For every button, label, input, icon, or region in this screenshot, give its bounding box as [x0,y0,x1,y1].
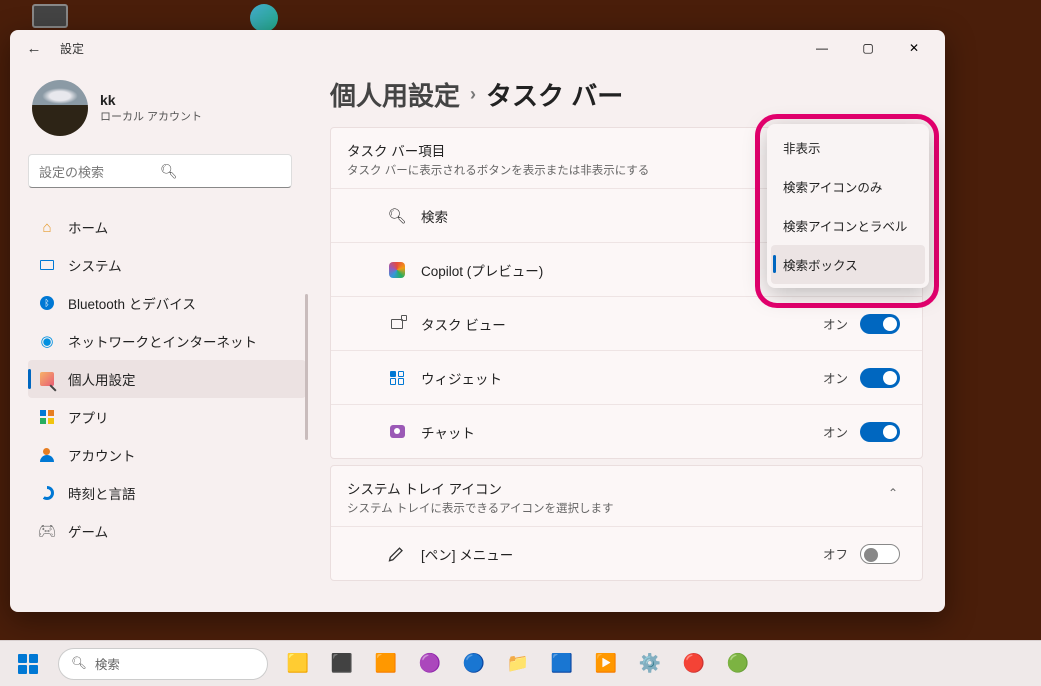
search-placeholder: 設定の検索 [39,162,160,181]
breadcrumb-root[interactable]: 個人用設定 [330,76,460,113]
chat-toggle[interactable] [860,422,900,442]
search-dropdown: 非表示 検索アイコンのみ 検索アイコンとラベル 検索ボックス [767,124,929,288]
taskbar-prime[interactable]: 🟦 [542,644,582,684]
bluetooth-icon: ᛒ [38,294,56,312]
pen-icon [387,544,407,564]
titlebar: ← 設定 — ▢ ✕ [10,30,945,66]
account-icon [38,446,56,464]
maximize-button[interactable]: ▢ [845,32,891,64]
widget-icon [387,368,407,388]
chevron-up-icon: ⌃ [880,478,906,508]
nav-gaming[interactable]: 🎮︎ゲーム [28,512,306,550]
taskbar-search[interactable]: 🔍︎ 検索 [58,648,268,680]
system-icon [38,256,56,274]
taskbar-app-1[interactable]: 🟨 [278,644,318,684]
dropdown-option-hide[interactable]: 非表示 [771,128,925,167]
settings-window: ← 設定 — ▢ ✕ kk ローカル アカウント 設定の検索 🔍︎ ⌂ホーム シ… [10,30,945,612]
nav-time-language[interactable]: 時刻と言語 [28,474,306,512]
personalization-icon [38,370,56,388]
desktop-icon[interactable] [250,4,278,32]
sidebar-scrollbar[interactable] [305,294,308,440]
window-title: 設定 [60,40,84,57]
pen-toggle[interactable] [860,544,900,564]
close-button[interactable]: ✕ [891,32,937,64]
breadcrumb-current: タスク バー [486,76,623,113]
row-pen-menu: [ペン] メニュー オフ [331,526,922,580]
taskbar-app-2[interactable]: 🟧 [366,644,406,684]
desktop-icon[interactable] [32,4,68,28]
nav-account[interactable]: アカウント [28,436,306,474]
nav-network[interactable]: ◉ネットワークとインターネット [28,322,306,360]
taskview-toggle[interactable] [860,314,900,334]
nav-system[interactable]: システム [28,246,306,284]
copilot-icon [387,260,407,280]
search-icon: 🔍︎ [387,206,407,226]
taskbar-explorer[interactable]: 📁 [498,644,538,684]
taskbar-settings[interactable]: ⚙️ [630,644,670,684]
dropdown-option-box[interactable]: 検索ボックス [771,245,925,284]
nav-apps[interactable]: アプリ [28,398,306,436]
chat-icon [387,422,407,442]
row-taskview: タスク ビュー オン [331,296,922,350]
taskbar-edge[interactable]: 🔵 [454,644,494,684]
user-account-type: ローカル アカウント [100,108,202,124]
taskbar-app-4[interactable]: 🟢 [718,644,758,684]
settings-search[interactable]: 設定の検索 🔍︎ [28,154,292,188]
clock-icon [38,484,56,502]
taskbar-youtube[interactable]: ▶️ [586,644,626,684]
breadcrumb: 個人用設定 › タスク バー [330,76,923,113]
nav-personalization[interactable]: 個人用設定 [28,360,306,398]
row-chat: チャット オン [331,404,922,458]
search-icon: 🔍︎ [71,656,87,671]
sidebar: kk ローカル アカウント 設定の検索 🔍︎ ⌂ホーム システム ᛒBlueto… [10,66,310,612]
search-icon: 🔍︎ [160,163,281,180]
minimize-button[interactable]: — [799,32,845,64]
systray-card: システム トレイ アイコン システム トレイに表示できるアイコンを選択します ⌃… [330,465,923,581]
dropdown-option-icon-only[interactable]: 検索アイコンのみ [771,167,925,206]
home-icon: ⌂ [38,218,56,236]
chevron-right-icon: › [470,84,476,105]
taskbar-chrome[interactable]: 🔴 [674,644,714,684]
nav-bluetooth[interactable]: ᛒBluetooth とデバイス [28,284,306,322]
taskbar: 🔍︎ 検索 🟨 ⬛ 🟧 🟣 🔵 📁 🟦 ▶️ ⚙️ 🔴 🟢 [0,640,1041,686]
taskbar-app-3[interactable]: 🟣 [410,644,450,684]
taskbar-taskview[interactable]: ⬛ [322,644,362,684]
dropdown-option-icon-label[interactable]: 検索アイコンとラベル [771,206,925,245]
user-profile[interactable]: kk ローカル アカウント [28,74,310,150]
gamepad-icon: 🎮︎ [38,522,56,540]
wifi-icon: ◉ [38,332,56,350]
main-content: 個人用設定 › タスク バー 非表示 検索アイコンのみ 検索アイコンとラベル 検… [310,66,945,612]
back-button[interactable]: ← [18,32,50,64]
widgets-toggle[interactable] [860,368,900,388]
apps-icon [38,408,56,426]
nav-home[interactable]: ⌂ホーム [28,208,306,246]
user-name: kk [100,92,202,108]
start-button[interactable] [8,644,48,684]
row-widgets: ウィジェット オン [331,350,922,404]
avatar [32,80,88,136]
systray-header[interactable]: システム トレイ アイコン システム トレイに表示できるアイコンを選択します ⌃ [331,466,922,526]
taskview-icon [387,314,407,334]
